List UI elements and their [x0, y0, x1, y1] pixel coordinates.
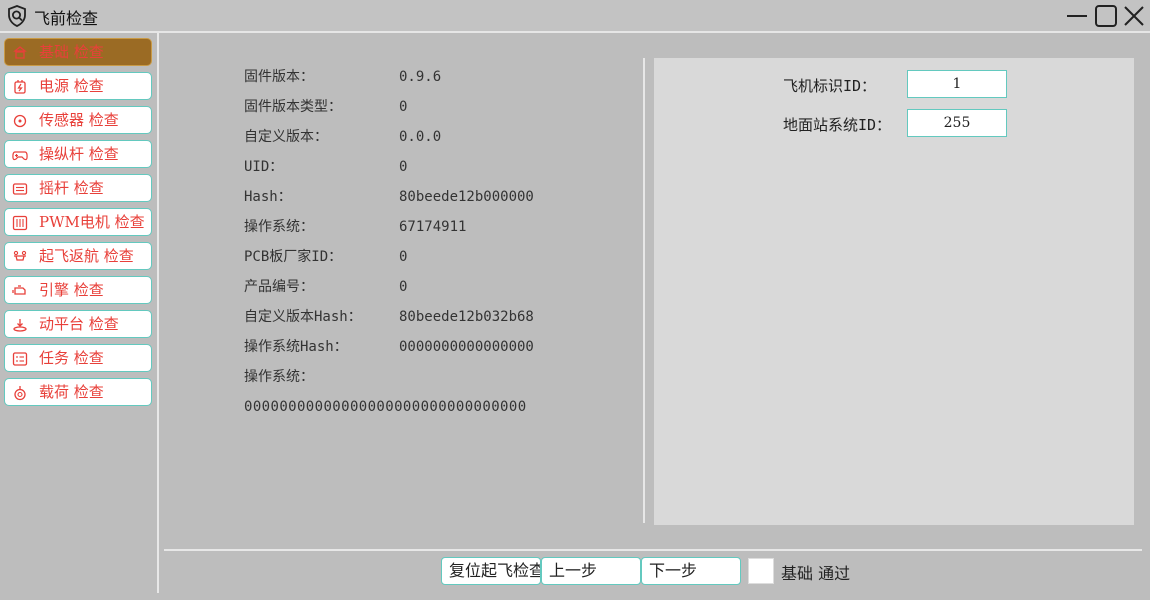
minimize-icon[interactable] — [1065, 4, 1089, 28]
info-label: Hash： — [244, 189, 292, 205]
info-label: 操作系统： — [244, 219, 314, 235]
sidebar-item-engine[interactable]: 引擎 检查 — [4, 276, 152, 304]
power-icon — [14, 80, 26, 94]
info-value: 0.9.6 — [399, 69, 442, 85]
sidebar-item-task[interactable]: 任务 检查 — [4, 344, 152, 372]
info-value: 0.0.0 — [399, 129, 442, 145]
sensor-icon — [13, 114, 27, 128]
sidebar-item-payload[interactable]: 载荷 检查 — [4, 378, 152, 406]
task-icon — [12, 352, 28, 366]
sidebar-item-label: 任务 检查 — [39, 349, 104, 367]
sidebar-item-label: 动平台 检查 — [39, 315, 119, 333]
info-value: 0 — [399, 159, 408, 175]
sidebar-item-joystick[interactable]: 摇杆 检查 — [4, 174, 152, 202]
info-label: 自定义版本Hash： — [244, 309, 362, 325]
sidebar-item-label: 操纵杆 检查 — [39, 145, 119, 163]
info-label: 操作系统： — [244, 369, 314, 385]
info-value: 80beede12b000000 — [399, 189, 534, 205]
info-label: 固件版本类型： — [244, 99, 342, 115]
id-settings-panel: 飞机标识ID： 1 地面站系统ID： 255 — [654, 58, 1134, 525]
sidebar: 基础 检查 电源 检查 传感器 检查 操纵杆 检查 摇杆 检查 PWM电机 检查… — [2, 33, 159, 593]
gcs-id-label: 地面站系统ID： — [783, 116, 892, 134]
vertical-divider — [643, 58, 645, 523]
info-label: PCB板厂家ID： — [244, 249, 343, 265]
shield-search-icon — [8, 5, 26, 27]
main-content: 固件版本： 0.9.6 固件版本类型： 0 自定义版本： 0.0.0 UID： … — [160, 33, 1150, 600]
gamepad-icon — [12, 151, 28, 161]
aircraft-id-label: 飞机标识ID： — [783, 77, 877, 95]
sidebar-item-base[interactable]: 基础 检查 — [4, 38, 152, 66]
info-label: 自定义版本： — [244, 129, 328, 145]
close-icon[interactable] — [1122, 4, 1146, 28]
sidebar-item-label: PWM电机 检查 — [39, 213, 145, 231]
info-value: 67174911 — [399, 219, 467, 235]
payload-icon — [14, 386, 26, 401]
sidebar-item-label: 电源 检查 — [39, 77, 104, 95]
window-title: 飞前检查 — [34, 9, 99, 28]
info-label: 固件版本： — [244, 69, 314, 85]
aircraft-id-field[interactable]: 1 — [907, 70, 1007, 98]
sidebar-item-power[interactable]: 电源 检查 — [4, 72, 152, 100]
joystick-icon — [12, 183, 28, 195]
gcs-id-field[interactable]: 255 — [907, 109, 1007, 137]
sidebar-item-label: 基础 检查 — [39, 43, 104, 61]
platform-icon — [13, 319, 27, 332]
takeoff-icon — [13, 250, 27, 261]
info-label: UID： — [244, 159, 284, 175]
next-step-button[interactable]: 下一步 — [641, 557, 741, 585]
pass-checkbox-label: 基础 通过 — [781, 564, 851, 583]
info-value: 0000000000000000 — [399, 339, 534, 355]
prev-step-button[interactable]: 上一步 — [541, 557, 641, 585]
sidebar-item-takeoff-return[interactable]: 起飞返航 检查 — [4, 242, 152, 270]
sidebar-item-label: 引擎 检查 — [39, 281, 104, 299]
firmware-info-panel: 固件版本： 0.9.6 固件版本类型： 0 自定义版本： 0.0.0 UID： … — [160, 33, 642, 523]
sidebar-item-pwm-motor[interactable]: PWM电机 检查 — [4, 208, 152, 236]
reset-preflight-button[interactable]: 复位起飞检查 — [441, 557, 541, 585]
footer-divider — [164, 549, 1142, 551]
info-label: 操作系统Hash： — [244, 339, 348, 355]
motor-icon — [12, 215, 28, 231]
pass-checkbox[interactable] — [748, 558, 774, 584]
title-bar: 飞前检查 — [0, 0, 1150, 33]
info-value: 0 — [399, 99, 408, 115]
base-icon — [13, 46, 27, 59]
maximize-icon[interactable] — [1094, 4, 1118, 28]
os-long-value: 00000000000000000000000000000000 — [244, 399, 527, 415]
sidebar-item-sensor[interactable]: 传感器 检查 — [4, 106, 152, 134]
info-label: 产品编号： — [244, 279, 314, 295]
sidebar-item-platform[interactable]: 动平台 检查 — [4, 310, 152, 338]
sidebar-item-gamepad[interactable]: 操纵杆 检查 — [4, 140, 152, 168]
engine-icon — [12, 285, 26, 295]
sidebar-item-label: 起飞返航 检查 — [39, 247, 134, 265]
info-value: 80beede12b032b68 — [399, 309, 534, 325]
sidebar-item-label: 传感器 检查 — [39, 111, 119, 129]
sidebar-item-label: 摇杆 检查 — [39, 179, 104, 197]
info-value: 0 — [399, 279, 408, 295]
info-value: 0 — [399, 249, 408, 265]
sidebar-item-label: 载荷 检查 — [39, 383, 104, 401]
